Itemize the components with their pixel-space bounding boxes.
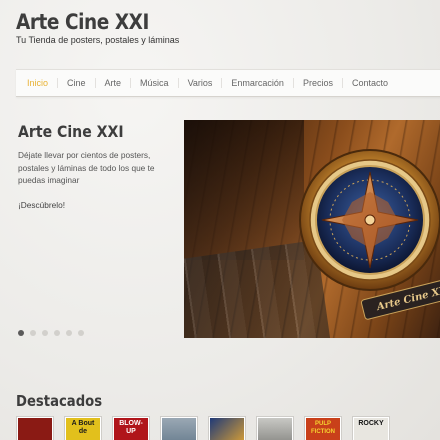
featured-thumb[interactable]: ROCKY (352, 416, 390, 440)
hero-description: Déjate llevar por cientos de posters, po… (18, 150, 155, 185)
thumb-caption: ROCKY (358, 420, 384, 427)
featured-thumb[interactable]: A Bout de (64, 416, 102, 440)
nav-item-precios[interactable]: Precios (294, 78, 343, 88)
site-title[interactable]: Arte Cine XXI (16, 10, 149, 34)
slider-dot[interactable] (54, 330, 60, 336)
slider-dot[interactable] (66, 330, 72, 336)
featured-thumbnails: A Bout de BLOW-UP PULP FICTION ROCKY (16, 416, 390, 440)
nav-item-varios[interactable]: Varios (179, 78, 223, 88)
slider-dot[interactable] (42, 330, 48, 336)
featured-thumb[interactable] (256, 416, 294, 440)
nav-item-inicio[interactable]: Inicio (18, 78, 59, 88)
slider-pagination (18, 330, 84, 336)
featured-heading: Destacados (16, 392, 103, 410)
slider-dot[interactable] (30, 330, 36, 336)
featured-thumb[interactable] (160, 416, 198, 440)
slider-dot[interactable] (78, 330, 84, 336)
featured-thumb[interactable]: PULP FICTION (304, 416, 342, 440)
nav-item-cine[interactable]: Cine (58, 78, 96, 88)
slider-dot[interactable] (18, 330, 24, 336)
nav-item-arte[interactable]: Arte (96, 78, 132, 88)
featured-thumb[interactable] (208, 416, 246, 440)
main-nav: Inicio Cine Arte Música Varios Enmarcaci… (16, 69, 440, 97)
thumb-caption: BLOW-UP (119, 420, 143, 435)
hero-title: Arte Cine XXI (18, 122, 124, 141)
featured-thumb[interactable] (16, 416, 54, 440)
nav-item-enmarcacion[interactable]: Enmarcación (222, 78, 294, 88)
nav-item-contacto[interactable]: Contacto (343, 78, 397, 88)
site-tagline: Tu Tienda de posters, postales y láminas (16, 35, 180, 45)
thumb-caption: PULP FICTION (311, 421, 335, 435)
featured-thumb[interactable]: BLOW-UP (112, 416, 150, 440)
discover-link[interactable]: ¡Descúbrelo! (18, 200, 65, 210)
thumb-caption: A Bout de (71, 420, 95, 435)
nav-item-musica[interactable]: Música (131, 78, 179, 88)
hero-slide-image[interactable]: Arte Cine XXI (184, 120, 440, 338)
